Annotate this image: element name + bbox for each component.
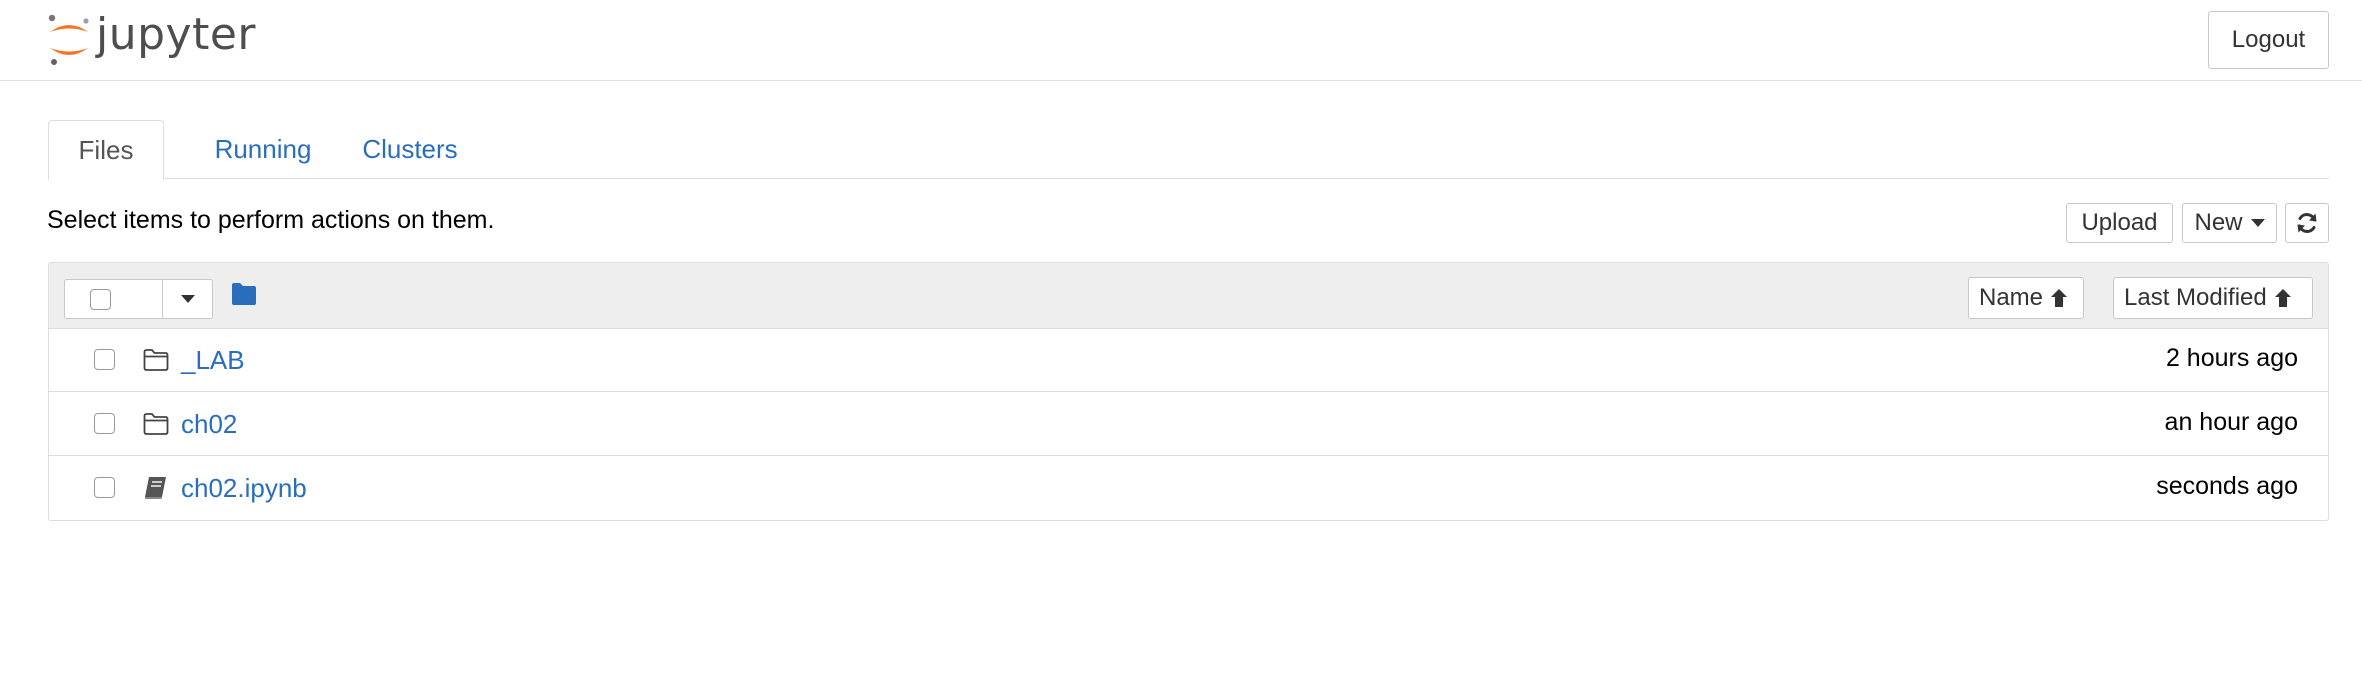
item-checkbox[interactable] [94, 477, 115, 498]
new-dropdown-button[interactable]: New [2182, 203, 2277, 243]
file-list: Name Last Modified _LAB 2 hours ago ch02… [48, 262, 2329, 521]
new-button-label: New [2194, 209, 2243, 236]
logo-text: jupyter [96, 8, 256, 60]
main-tabs: Files Running Clusters [48, 120, 2329, 180]
arrow-up-icon [2051, 289, 2068, 307]
sort-modified-label: Last Modified [2124, 284, 2267, 311]
item-name-link[interactable]: _LAB [181, 345, 245, 376]
item-name-link[interactable]: ch02 [181, 409, 237, 440]
list-item[interactable]: ch02.ipynb seconds ago [49, 457, 2328, 520]
header: jupyter Logout [0, 0, 2362, 81]
select-menu-dropdown[interactable] [163, 280, 212, 318]
sort-name-label: Name [1979, 284, 2044, 311]
list-item[interactable]: _LAB 2 hours ago [49, 329, 2328, 392]
item-checkbox[interactable] [94, 349, 115, 370]
folder-outline-icon [143, 413, 169, 435]
item-modified: 2 hours ago [2165, 344, 2298, 372]
arrow-up-icon [2274, 289, 2291, 307]
chevron-down-icon [2250, 219, 2265, 227]
sort-by-name-button[interactable]: Name [1968, 277, 2084, 319]
tab-running[interactable]: Running [198, 120, 328, 179]
item-name-link[interactable]: ch02.ipynb [181, 473, 307, 504]
select-all-checkbox[interactable] [90, 288, 111, 310]
item-modified: an hour ago [2164, 408, 2298, 436]
refresh-icon [2297, 213, 2317, 233]
file-list-header: Name Last Modified [49, 263, 2328, 329]
folder-outline-icon [143, 349, 169, 371]
tab-files[interactable]: Files [48, 120, 164, 180]
tab-clusters[interactable]: Clusters [358, 120, 462, 179]
upload-button[interactable]: Upload [2066, 203, 2173, 243]
jupyter-logo[interactable]: jupyter [46, 8, 256, 68]
folder-icon[interactable] [230, 281, 258, 307]
chevron-down-icon [180, 295, 195, 303]
list-item[interactable]: ch02 an hour ago [49, 393, 2328, 456]
item-checkbox[interactable] [94, 413, 115, 434]
logout-button[interactable]: Logout [2208, 11, 2329, 69]
notebook-icon [145, 477, 166, 499]
jupyter-logo-icon [48, 14, 89, 65]
item-modified: seconds ago [2156, 472, 2298, 500]
sort-by-modified-button[interactable]: Last Modified [2113, 277, 2313, 319]
select-all-group [64, 279, 213, 319]
select-all-wrapper [65, 280, 163, 318]
selection-message: Select items to perform actions on them. [47, 206, 495, 234]
refresh-button[interactable] [2285, 203, 2329, 243]
